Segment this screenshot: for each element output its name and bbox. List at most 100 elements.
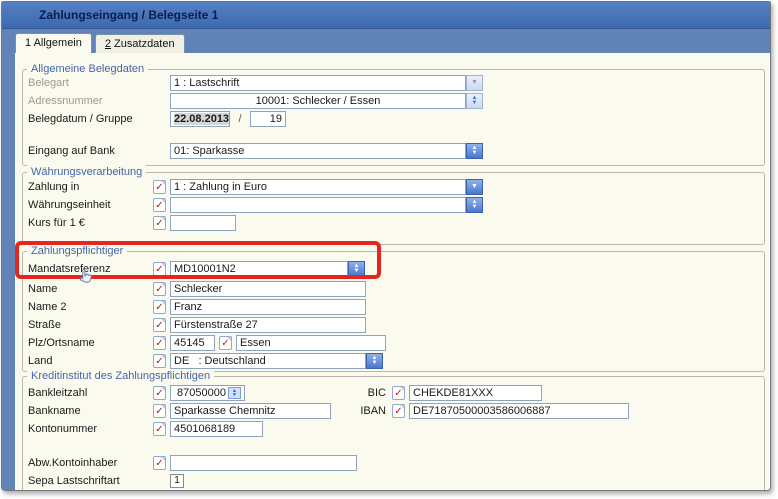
land-label: Land <box>28 355 153 367</box>
bic-label: BIC <box>360 387 386 399</box>
bankleitzahl-input[interactable]: 87050000 ▲▼ <box>170 385 245 401</box>
window-title: Zahlungseingang / Belegseite 1 <box>2 2 770 29</box>
mandatsreferenz-combobox[interactable]: MD10001N2 ▲▼ <box>170 261 365 277</box>
bankleitzahl-spinner-icon[interactable]: ▲▼ <box>228 387 241 399</box>
mandatsreferenz-value[interactable]: MD10001N2 <box>170 261 348 277</box>
field-row-eingang-bank: Eingang auf Bank 01: Sparkasse ▲▼ <box>28 142 764 159</box>
belegdatum-separator: / <box>230 113 250 125</box>
land-combobox[interactable]: DE : Deutschland ▲▼ <box>170 353 383 369</box>
land-spinner-icon[interactable]: ▲▼ <box>366 353 383 369</box>
field-row-plz-ortsname: Plz/Ortsname ✓ 45145 ✓ Essen <box>28 334 764 351</box>
eingang-bank-label: Eingang auf Bank <box>28 145 153 157</box>
field-row-waehrungseinheit: Währungseinheit ✓ ▲▼ <box>28 196 764 213</box>
abw-kontoinhaber-label: Abw.Kontoinhaber <box>28 457 153 469</box>
kontonummer-check-icon[interactable]: ✓ <box>153 422 166 436</box>
group-zahlungspflichtiger-legend: Zahlungspflichtiger <box>27 244 127 258</box>
zahlung-in-check-icon[interactable]: ✓ <box>153 180 166 194</box>
gruppe-input[interactable]: 19 <box>250 111 286 127</box>
belegdatum-input[interactable]: 22.08.2013 <box>170 111 230 127</box>
name2-check-icon[interactable]: ✓ <box>153 300 166 314</box>
bankleitzahl-label: Bankleitzahl <box>28 387 153 399</box>
ortsname-check-icon[interactable]: ✓ <box>219 336 232 350</box>
belegdatum-label: Belegdatum / Gruppe <box>28 113 153 125</box>
kurs-label: Kurs für 1 € <box>28 217 153 229</box>
left-frame-strip <box>2 53 15 491</box>
field-row-abw-kontoinhaber: Abw.Kontoinhaber ✓ <box>28 454 764 471</box>
group-waehrungsverarbeitung-legend: Währungsverarbeitung <box>27 165 146 179</box>
field-row-mandatsreferenz: Mandatsreferenz ✓ MD10001N2 ▲▼ <box>28 260 764 277</box>
adressnummer-label: Adressnummer <box>28 95 153 107</box>
sepa-lastschriftart-label: Sepa Lastschriftart <box>28 475 153 487</box>
field-row-name: Name ✓ Schlecker <box>28 280 764 297</box>
waehrungseinheit-value[interactable] <box>170 197 466 213</box>
strasse-input[interactable]: Fürstenstraße 27 <box>170 317 366 333</box>
waehrungseinheit-spinner-icon[interactable]: ▲▼ <box>466 197 483 213</box>
eingang-bank-spinner-icon[interactable]: ▲▼ <box>466 143 483 159</box>
field-row-kontonummer: Kontonummer ✓ 4501068189 <box>28 420 764 437</box>
eingang-bank-value[interactable]: 01: Sparkasse <box>170 143 466 159</box>
bankname-label: Bankname <box>28 405 153 417</box>
belegart-value[interactable]: 1 : Lastschrift <box>170 75 466 91</box>
plz-check-icon[interactable]: ✓ <box>153 336 166 350</box>
strasse-check-icon[interactable]: ✓ <box>153 318 166 332</box>
zahlung-in-dropdown-icon[interactable]: ▼ <box>466 179 483 195</box>
bic-input[interactable]: CHEKDE81XXX <box>409 385 542 401</box>
tab-allgemein[interactable]: 1 Allgemein <box>15 33 92 53</box>
zahlung-in-value[interactable]: 1 : Zahlung in Euro <box>170 179 466 195</box>
mandatsreferenz-check-icon[interactable]: ✓ <box>153 262 166 276</box>
belegart-label: Belegart <box>28 77 153 89</box>
name-check-icon[interactable]: ✓ <box>153 282 166 296</box>
bankleitzahl-check-icon[interactable]: ✓ <box>153 386 166 400</box>
kurs-input[interactable] <box>170 215 236 231</box>
adressnummer-combobox[interactable]: 10001: Schlecker / Essen ▲▼ <box>170 93 483 109</box>
bic-check-icon[interactable]: ✓ <box>392 386 405 400</box>
kontonummer-input[interactable]: 4501068189 <box>170 421 263 437</box>
name2-label: Name 2 <box>28 301 153 313</box>
group-waehrungsverarbeitung: Währungsverarbeitung Zahlung in ✓ 1 : Za… <box>22 172 765 245</box>
sepa-lastschriftart-input[interactable]: 1 <box>170 474 184 488</box>
iban-input[interactable]: DE71870500003586006887 <box>409 403 629 419</box>
bankname-check-icon[interactable]: ✓ <box>153 404 166 418</box>
waehrungseinheit-label: Währungseinheit <box>28 199 153 211</box>
zahlung-in-label: Zahlung in <box>28 181 153 193</box>
app-window: Zahlungseingang / Belegseite 1 1 Allgeme… <box>1 1 771 491</box>
kurs-check-icon[interactable]: ✓ <box>153 216 166 230</box>
adressnummer-spinner-icon[interactable]: ▲▼ <box>466 93 483 109</box>
land-check-icon[interactable]: ✓ <box>153 354 166 368</box>
tab-zusatzdaten[interactable]: 2 Zusatzdaten <box>95 34 185 53</box>
name2-input[interactable]: Franz <box>170 299 366 315</box>
zahlung-in-combobox[interactable]: 1 : Zahlung in Euro ▼ <box>170 179 483 195</box>
bankname-input[interactable]: Sparkasse Chemnitz <box>170 403 331 419</box>
tab-allgemein-label: 1 Allgemein <box>25 37 82 49</box>
name-label: Name <box>28 283 153 295</box>
bankleitzahl-value: 87050000 <box>174 387 226 399</box>
name-input[interactable]: Schlecker <box>170 281 366 297</box>
abw-kontoinhaber-check-icon[interactable]: ✓ <box>153 456 166 470</box>
field-row-adressnummer: Adressnummer 10001: Schlecker / Essen ▲▼ <box>28 92 764 109</box>
land-value[interactable]: DE : Deutschland <box>170 353 366 369</box>
ortsname-input[interactable]: Essen <box>236 335 386 351</box>
field-row-bankleitzahl-bic: Bankleitzahl ✓ 87050000 ▲▼ BIC ✓ CHEKDE8… <box>28 384 764 401</box>
strasse-label: Straße <box>28 319 153 331</box>
field-row-sepa-lastschriftart: Sepa Lastschriftart 1 <box>28 472 764 489</box>
kontonummer-label: Kontonummer <box>28 423 153 435</box>
field-row-belegart: Belegart 1 : Lastschrift ▼ <box>28 74 764 91</box>
bic-group: BIC ✓ CHEKDE81XXX <box>360 384 542 401</box>
group-allgemeine-belegdaten: Allgemeine Belegdaten Belegart 1 : Lasts… <box>22 69 765 166</box>
iban-check-icon[interactable]: ✓ <box>392 404 405 418</box>
waehrungseinheit-combobox[interactable]: ▲▼ <box>170 197 483 213</box>
belegdatum-value: 22.08.2013 <box>174 113 229 125</box>
plz-input[interactable]: 45145 <box>170 335 215 351</box>
adressnummer-value[interactable]: 10001: Schlecker / Essen <box>170 93 466 109</box>
belegart-combobox[interactable]: 1 : Lastschrift ▼ <box>170 75 483 91</box>
iban-group: IBAN ✓ DE71870500003586006887 <box>360 402 629 419</box>
belegart-dropdown-icon[interactable]: ▼ <box>466 75 483 91</box>
field-row-belegdatum-gruppe: Belegdatum / Gruppe 22.08.2013 / 19 <box>28 110 764 127</box>
abw-kontoinhaber-input[interactable] <box>170 455 357 471</box>
waehrungseinheit-check-icon[interactable]: ✓ <box>153 198 166 212</box>
mandatsreferenz-spinner-icon[interactable]: ▲▼ <box>348 261 365 277</box>
mandatsreferenz-label: Mandatsreferenz <box>28 263 153 275</box>
plz-ortsname-label: Plz/Ortsname <box>28 337 153 349</box>
eingang-bank-combobox[interactable]: 01: Sparkasse ▲▼ <box>170 143 483 159</box>
iban-label: IBAN <box>360 405 386 417</box>
